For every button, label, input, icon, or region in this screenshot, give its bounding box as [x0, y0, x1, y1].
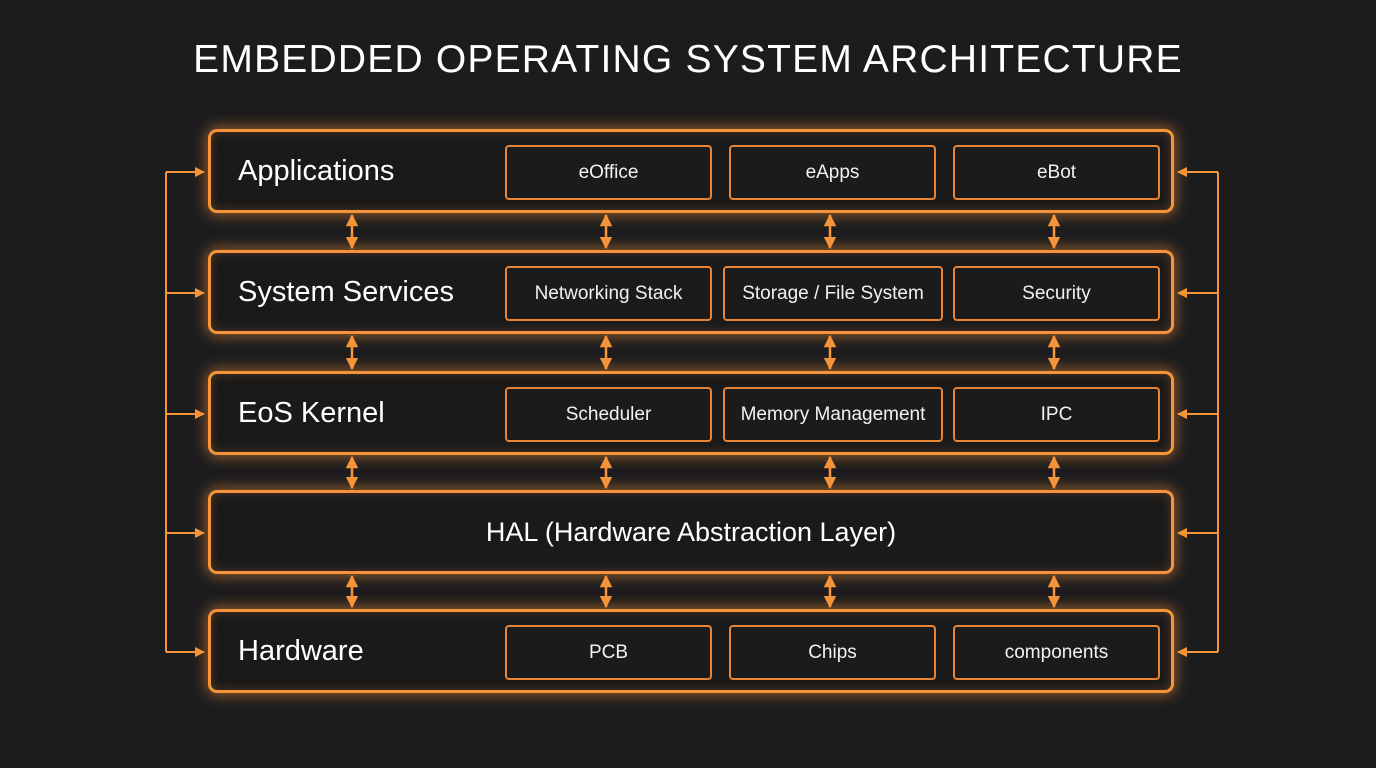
- component-ebot[interactable]: eBot: [953, 145, 1160, 200]
- layer-system-services[interactable]: System Services Networking Stack Storage…: [208, 250, 1174, 334]
- component-pcb[interactable]: PCB: [505, 625, 712, 680]
- layer-applications[interactable]: Applications eOffice eApps eBot: [208, 129, 1174, 213]
- component-storage-file-system[interactable]: Storage / File System: [723, 266, 943, 321]
- component-eapps[interactable]: eApps: [729, 145, 936, 200]
- layer-hardware[interactable]: Hardware PCB Chips components: [208, 609, 1174, 693]
- component-security[interactable]: Security: [953, 266, 1160, 321]
- component-memory-management[interactable]: Memory Management: [723, 387, 943, 442]
- layer-label-system-services: System Services: [238, 276, 454, 308]
- layer-label-eos-kernel: EoS Kernel: [238, 397, 385, 429]
- layer-label-hardware: Hardware: [238, 635, 364, 667]
- layer-hal[interactable]: HAL (Hardware Abstraction Layer): [208, 490, 1174, 574]
- component-scheduler[interactable]: Scheduler: [505, 387, 712, 442]
- component-chips[interactable]: Chips: [729, 625, 936, 680]
- layer-label-applications: Applications: [238, 155, 395, 187]
- component-components[interactable]: components: [953, 625, 1160, 680]
- layer-label-hal: HAL (Hardware Abstraction Layer): [485, 517, 897, 547]
- component-ipc[interactable]: IPC: [953, 387, 1160, 442]
- component-eoffice[interactable]: eOffice: [505, 145, 712, 200]
- component-networking-stack[interactable]: Networking Stack: [505, 266, 712, 321]
- layer-eos-kernel[interactable]: EoS Kernel Scheduler Memory Management I…: [208, 371, 1174, 455]
